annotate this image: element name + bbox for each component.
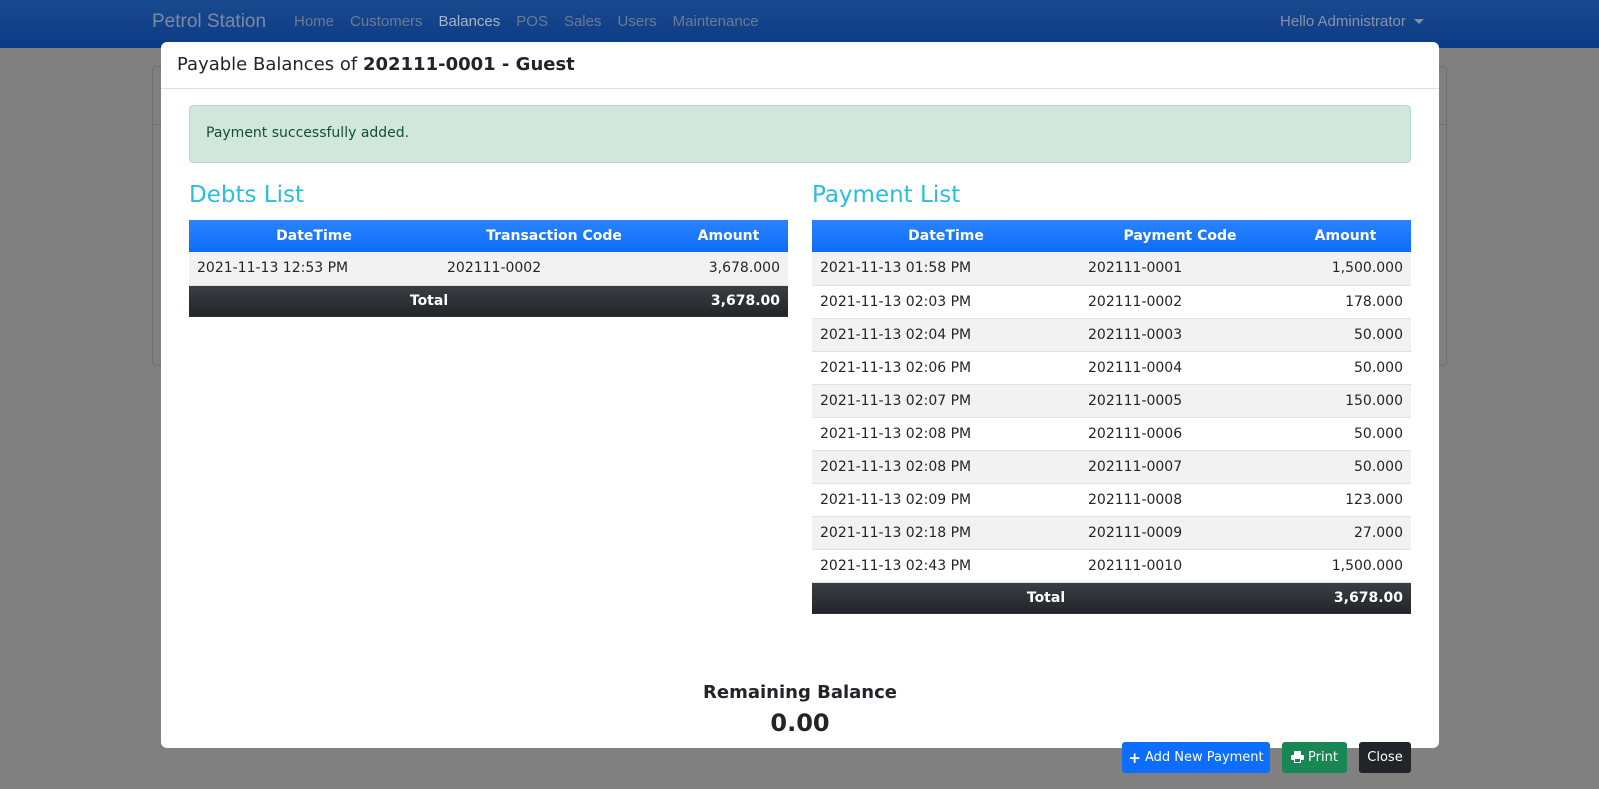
cell-datetime: 2021-11-13 02:06 PM <box>812 351 1080 385</box>
total-label: Total <box>812 582 1280 614</box>
remaining-balance-value: 0.00 <box>770 709 830 737</box>
user-menu-dropdown[interactable]: Hello Administrator <box>1280 13 1424 30</box>
caret-down-icon <box>1413 19 1424 24</box>
cell-datetime: 2021-11-13 02:08 PM <box>812 417 1080 451</box>
cell-amount: 50.000 <box>1280 318 1411 352</box>
cell-amount: 27.000 <box>1280 516 1411 550</box>
remaining-balance-label: Remaining Balance <box>703 682 897 703</box>
printer-icon <box>1291 749 1305 767</box>
table-row: 2021-11-13 02:43 PM 202111-0010 1,500.000 <box>812 549 1411 583</box>
user-greeting: Hello Administrator <box>1280 13 1406 30</box>
cell-code: 202111-0009 <box>1080 516 1280 550</box>
cell-code: 202111-0002 <box>1080 285 1280 319</box>
close-button[interactable]: Close <box>1359 742 1411 773</box>
cell-code: 202111-0006 <box>1080 417 1280 451</box>
debts-table: DateTime Transaction Code Amount 2021-11… <box>189 220 788 317</box>
table-row: 2021-11-13 02:06 PM 202111-0004 50.000 <box>812 351 1411 385</box>
cell-amount: 123.000 <box>1280 483 1411 517</box>
table-row: 2021-11-13 02:08 PM 202111-0006 50.000 <box>812 417 1411 451</box>
cell-code: 202111-0008 <box>1080 483 1280 517</box>
col-header-amount[interactable]: Amount <box>1280 220 1411 252</box>
cell-datetime: 2021-11-13 02:09 PM <box>812 483 1080 517</box>
col-header-transaction-code[interactable]: Transaction Code <box>439 220 669 252</box>
payments-total-row: Total 3,678.00 <box>812 582 1411 614</box>
cell-datetime: 2021-11-13 02:07 PM <box>812 384 1080 418</box>
col-header-payment-code[interactable]: Payment Code <box>1080 220 1280 252</box>
cell-datetime: 2021-11-13 02:08 PM <box>812 450 1080 484</box>
cell-amount: 50.000 <box>1280 351 1411 385</box>
cell-datetime: 2021-11-13 02:18 PM <box>812 516 1080 550</box>
cell-code: 202111-0004 <box>1080 351 1280 385</box>
success-alert: Payment successfully added. <box>189 105 1411 163</box>
nav-link-pos[interactable]: POS <box>516 13 548 30</box>
table-row: 2021-11-13 02:08 PM 202111-0007 50.000 <box>812 450 1411 484</box>
navbar: Petrol Station Home Customers Balances P… <box>0 0 1599 48</box>
total-label: Total <box>189 285 669 317</box>
add-new-payment-label: Add New Payment <box>1144 750 1264 765</box>
nav-link-users[interactable]: Users <box>617 13 656 30</box>
cell-amount: 1,500.000 <box>1280 549 1411 583</box>
payable-balances-modal: Payable Balances of 202111-0001 - Guest … <box>161 42 1439 773</box>
modal-title-customer: 202111-0001 - Guest <box>362 54 575 75</box>
print-button[interactable]: Print <box>1282 742 1347 773</box>
print-label: Print <box>1308 750 1338 765</box>
plus-icon: + <box>1128 748 1141 767</box>
col-header-amount[interactable]: Amount <box>669 220 788 252</box>
close-label: Close <box>1367 750 1403 765</box>
table-row: 2021-11-13 02:09 PM 202111-0008 123.000 <box>812 483 1411 517</box>
cell-datetime: 2021-11-13 02:03 PM <box>812 285 1080 319</box>
brand-logo[interactable]: Petrol Station <box>152 11 266 33</box>
payments-table: DateTime Payment Code Amount 2021-11-13 … <box>812 220 1411 614</box>
nav-link-maintenance[interactable]: Maintenance <box>673 13 759 30</box>
debts-list-title: Debts List <box>189 182 304 208</box>
cell-amount: 178.000 <box>1280 285 1411 319</box>
total-value: 3,678.00 <box>1280 582 1411 614</box>
table-row: 2021-11-13 02:03 PM 202111-0002 178.000 <box>812 285 1411 319</box>
cell-amount: 1,500.000 <box>1280 252 1411 286</box>
table-row: 2021-11-13 12:53 PM 202111-0002 3,678.00… <box>189 252 788 286</box>
table-row: 2021-11-13 02:18 PM 202111-0009 27.000 <box>812 516 1411 550</box>
nav-link-home[interactable]: Home <box>294 13 334 30</box>
nav-links: Home Customers Balances POS Sales Users … <box>294 13 775 30</box>
debts-total-row: Total 3,678.00 <box>189 285 788 317</box>
cell-amount: 3,678.000 <box>669 252 788 286</box>
cell-datetime: 2021-11-13 12:53 PM <box>189 252 439 286</box>
cell-code: 202111-0003 <box>1080 318 1280 352</box>
cell-datetime: 2021-11-13 02:04 PM <box>812 318 1080 352</box>
cell-datetime: 2021-11-13 02:43 PM <box>812 549 1080 583</box>
cell-code: 202111-0002 <box>439 252 669 286</box>
modal-title: Payable Balances of 202111-0001 - Guest <box>177 54 1423 75</box>
debts-table-header: DateTime Transaction Code Amount <box>189 220 788 252</box>
payment-list-title: Payment List <box>812 182 961 208</box>
remaining-balance: Remaining Balance 0.00 <box>161 682 1439 737</box>
cell-amount: 150.000 <box>1280 384 1411 418</box>
modal-header: Payable Balances of 202111-0001 - Guest <box>161 42 1439 89</box>
cell-code: 202111-0007 <box>1080 450 1280 484</box>
table-row: 2021-11-13 02:04 PM 202111-0003 50.000 <box>812 318 1411 352</box>
nav-link-balances[interactable]: Balances <box>439 13 501 30</box>
nav-link-sales[interactable]: Sales <box>564 13 602 30</box>
table-row: 2021-11-13 01:58 PM 202111-0001 1,500.000 <box>812 252 1411 286</box>
cell-datetime: 2021-11-13 01:58 PM <box>812 252 1080 286</box>
payments-table-header: DateTime Payment Code Amount <box>812 220 1411 252</box>
add-new-payment-button[interactable]: + Add New Payment <box>1122 742 1270 773</box>
cell-amount: 50.000 <box>1280 417 1411 451</box>
total-value: 3,678.00 <box>669 285 788 317</box>
cell-code: 202111-0010 <box>1080 549 1280 583</box>
nav-link-customers[interactable]: Customers <box>350 13 423 30</box>
cell-amount: 50.000 <box>1280 450 1411 484</box>
modal-title-prefix: Payable Balances of <box>177 54 363 75</box>
cell-code: 202111-0005 <box>1080 384 1280 418</box>
col-header-datetime[interactable]: DateTime <box>812 220 1080 252</box>
col-header-datetime[interactable]: DateTime <box>189 220 439 252</box>
cell-code: 202111-0001 <box>1080 252 1280 286</box>
table-row: 2021-11-13 02:07 PM 202111-0005 150.000 <box>812 384 1411 418</box>
